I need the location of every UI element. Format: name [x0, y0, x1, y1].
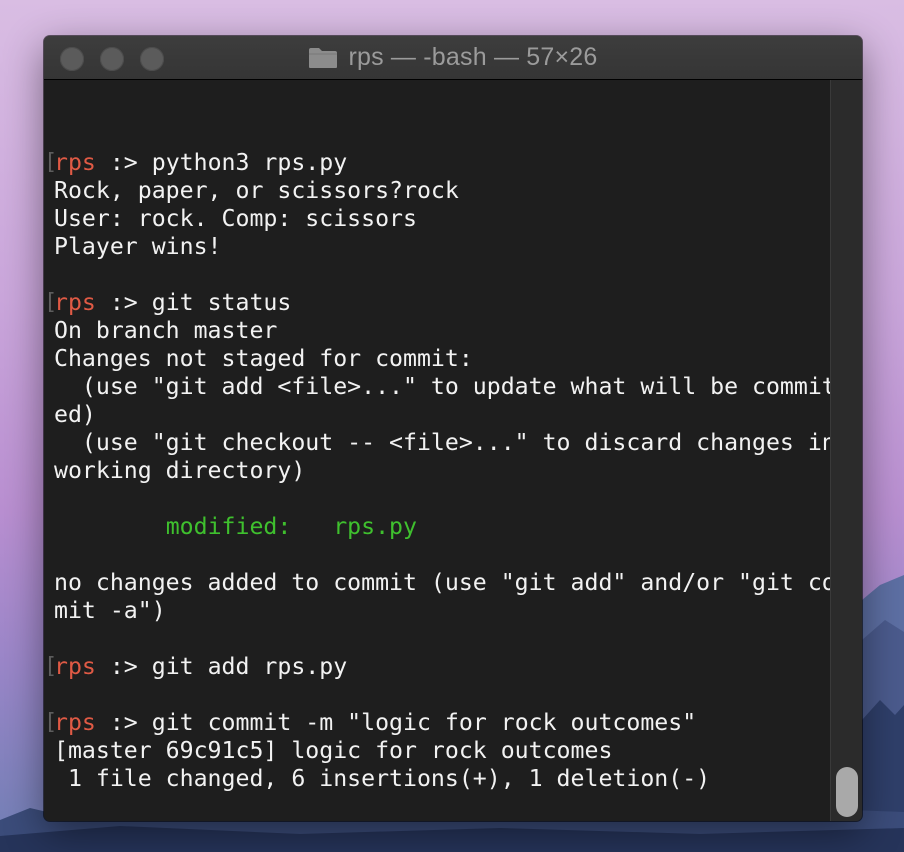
output-line: User: rock. Comp: scissors	[54, 205, 417, 232]
output-line: no changes added to commit (use "git add…	[54, 569, 850, 596]
window-title: rps — -bash — 57×26	[348, 43, 598, 71]
prompt-separator: :>	[95, 149, 152, 176]
output-line: Changes not staged for commit:	[54, 345, 473, 372]
prompt-directory: rps	[54, 653, 96, 680]
scrollbar-thumb[interactable]	[836, 767, 858, 817]
output-line: ed)	[54, 401, 96, 428]
prompt-separator: :>	[95, 653, 152, 680]
prompt-directory: rps	[54, 709, 96, 736]
output-line: modified: rps.py	[54, 513, 417, 541]
prompt-line: rps :> git commit -m "logic for rock out…	[54, 709, 696, 737]
prompt-line: rps :> python3 rps.py	[54, 149, 347, 177]
output-line: [master 69c91c5] logic for rock outcomes	[54, 737, 613, 764]
command-text: git status	[151, 289, 292, 316]
folder-icon	[309, 47, 338, 68]
prompt-separator: :>	[95, 709, 152, 736]
output-line: 1 file changed, 6 insertions(+), 1 delet…	[54, 765, 711, 792]
prompt-directory: rps	[54, 149, 96, 176]
output-line: mit -a")	[54, 597, 166, 624]
prompt-separator: :>	[95, 289, 152, 316]
terminal-output[interactable]: []rps :> python3 rps.pyRock, paper, or s…	[44, 80, 862, 821]
output-line: Rock, paper, or scissors?rock	[54, 177, 459, 204]
output-line: working directory)	[54, 457, 306, 484]
window-title-group: rps — -bash — 57×26	[44, 36, 862, 79]
prompt-directory: rps	[54, 289, 96, 316]
modified-file-entry: modified: rps.py	[165, 513, 417, 540]
command-text: python3 rps.py	[151, 149, 348, 176]
output-line: (use "git add <file>..." to update what …	[54, 373, 850, 400]
terminal-window: rps — -bash — 57×26 []rps :> python3 rps…	[44, 36, 862, 821]
output-line: (use "git checkout -- <file>..." to disc…	[54, 429, 836, 456]
title-bar[interactable]: rps — -bash — 57×26	[44, 36, 862, 80]
prompt-line: rps :> git status	[54, 289, 291, 317]
prompt-line: rps :> git add rps.py	[54, 653, 347, 681]
vertical-scrollbar[interactable]	[830, 80, 862, 821]
output-line: On branch master	[54, 317, 278, 344]
command-text: git add rps.py	[151, 653, 348, 680]
command-text: git commit -m "logic for rock outcomes"	[151, 709, 697, 736]
output-line: Player wins!	[54, 233, 222, 260]
